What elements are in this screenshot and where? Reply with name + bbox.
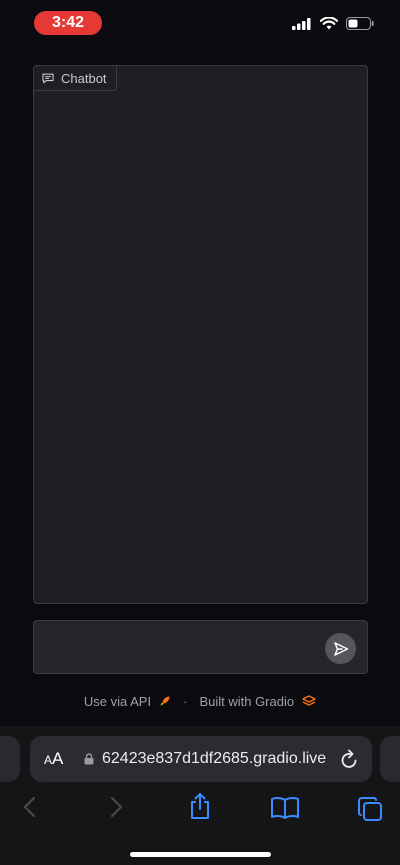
footer-separator: ·	[183, 693, 188, 709]
chatbot-label: Chatbot	[61, 70, 107, 86]
footer: Use via API · Built with Gradio	[0, 690, 400, 712]
battery-icon	[346, 17, 374, 30]
send-button[interactable]	[325, 633, 356, 664]
lock-icon	[84, 753, 94, 765]
browser-bottom-bar: AA 62423e837d1df2685.gradio.live	[0, 726, 400, 865]
forward-icon[interactable]	[108, 796, 124, 818]
rocket-icon	[160, 696, 170, 706]
next-tab-preview[interactable]	[380, 736, 400, 782]
home-indicator[interactable]	[130, 852, 271, 857]
tabs-icon[interactable]	[357, 796, 383, 822]
time-pill[interactable]: 3:42	[34, 11, 102, 35]
gradio-logo-icon	[302, 695, 316, 706]
status-bar: 3:42	[0, 0, 400, 46]
back-icon[interactable]	[22, 796, 38, 818]
text-size-large-a: A	[52, 749, 64, 768]
url-text: 62423e837d1df2685.gradio.live	[102, 750, 327, 767]
use-via-api-link[interactable]: Use via API	[84, 694, 151, 709]
built-with-gradio-link[interactable]: Built with Gradio	[199, 694, 294, 709]
bookmarks-icon[interactable]	[270, 796, 300, 820]
share-icon[interactable]	[188, 792, 212, 820]
wifi-icon	[320, 17, 338, 30]
text-size-small-a: A	[44, 753, 53, 767]
chatbot-label-tag: Chatbot	[34, 66, 117, 91]
previous-tab-preview[interactable]	[0, 736, 20, 782]
status-time: 3:42	[51, 14, 85, 31]
reload-icon[interactable]	[340, 748, 360, 770]
message-input-box[interactable]	[33, 620, 368, 674]
address-bar[interactable]: AA 62423e837d1df2685.gradio.live	[30, 736, 372, 782]
status-icons	[292, 17, 374, 30]
cellular-signal-icon	[292, 17, 311, 30]
text-size-button[interactable]: AA	[44, 749, 63, 769]
message-input[interactable]	[44, 629, 314, 667]
chat-bubble-icon	[42, 73, 54, 83]
send-icon	[333, 641, 348, 656]
chatbot-panel[interactable]: Chatbot	[33, 65, 368, 604]
